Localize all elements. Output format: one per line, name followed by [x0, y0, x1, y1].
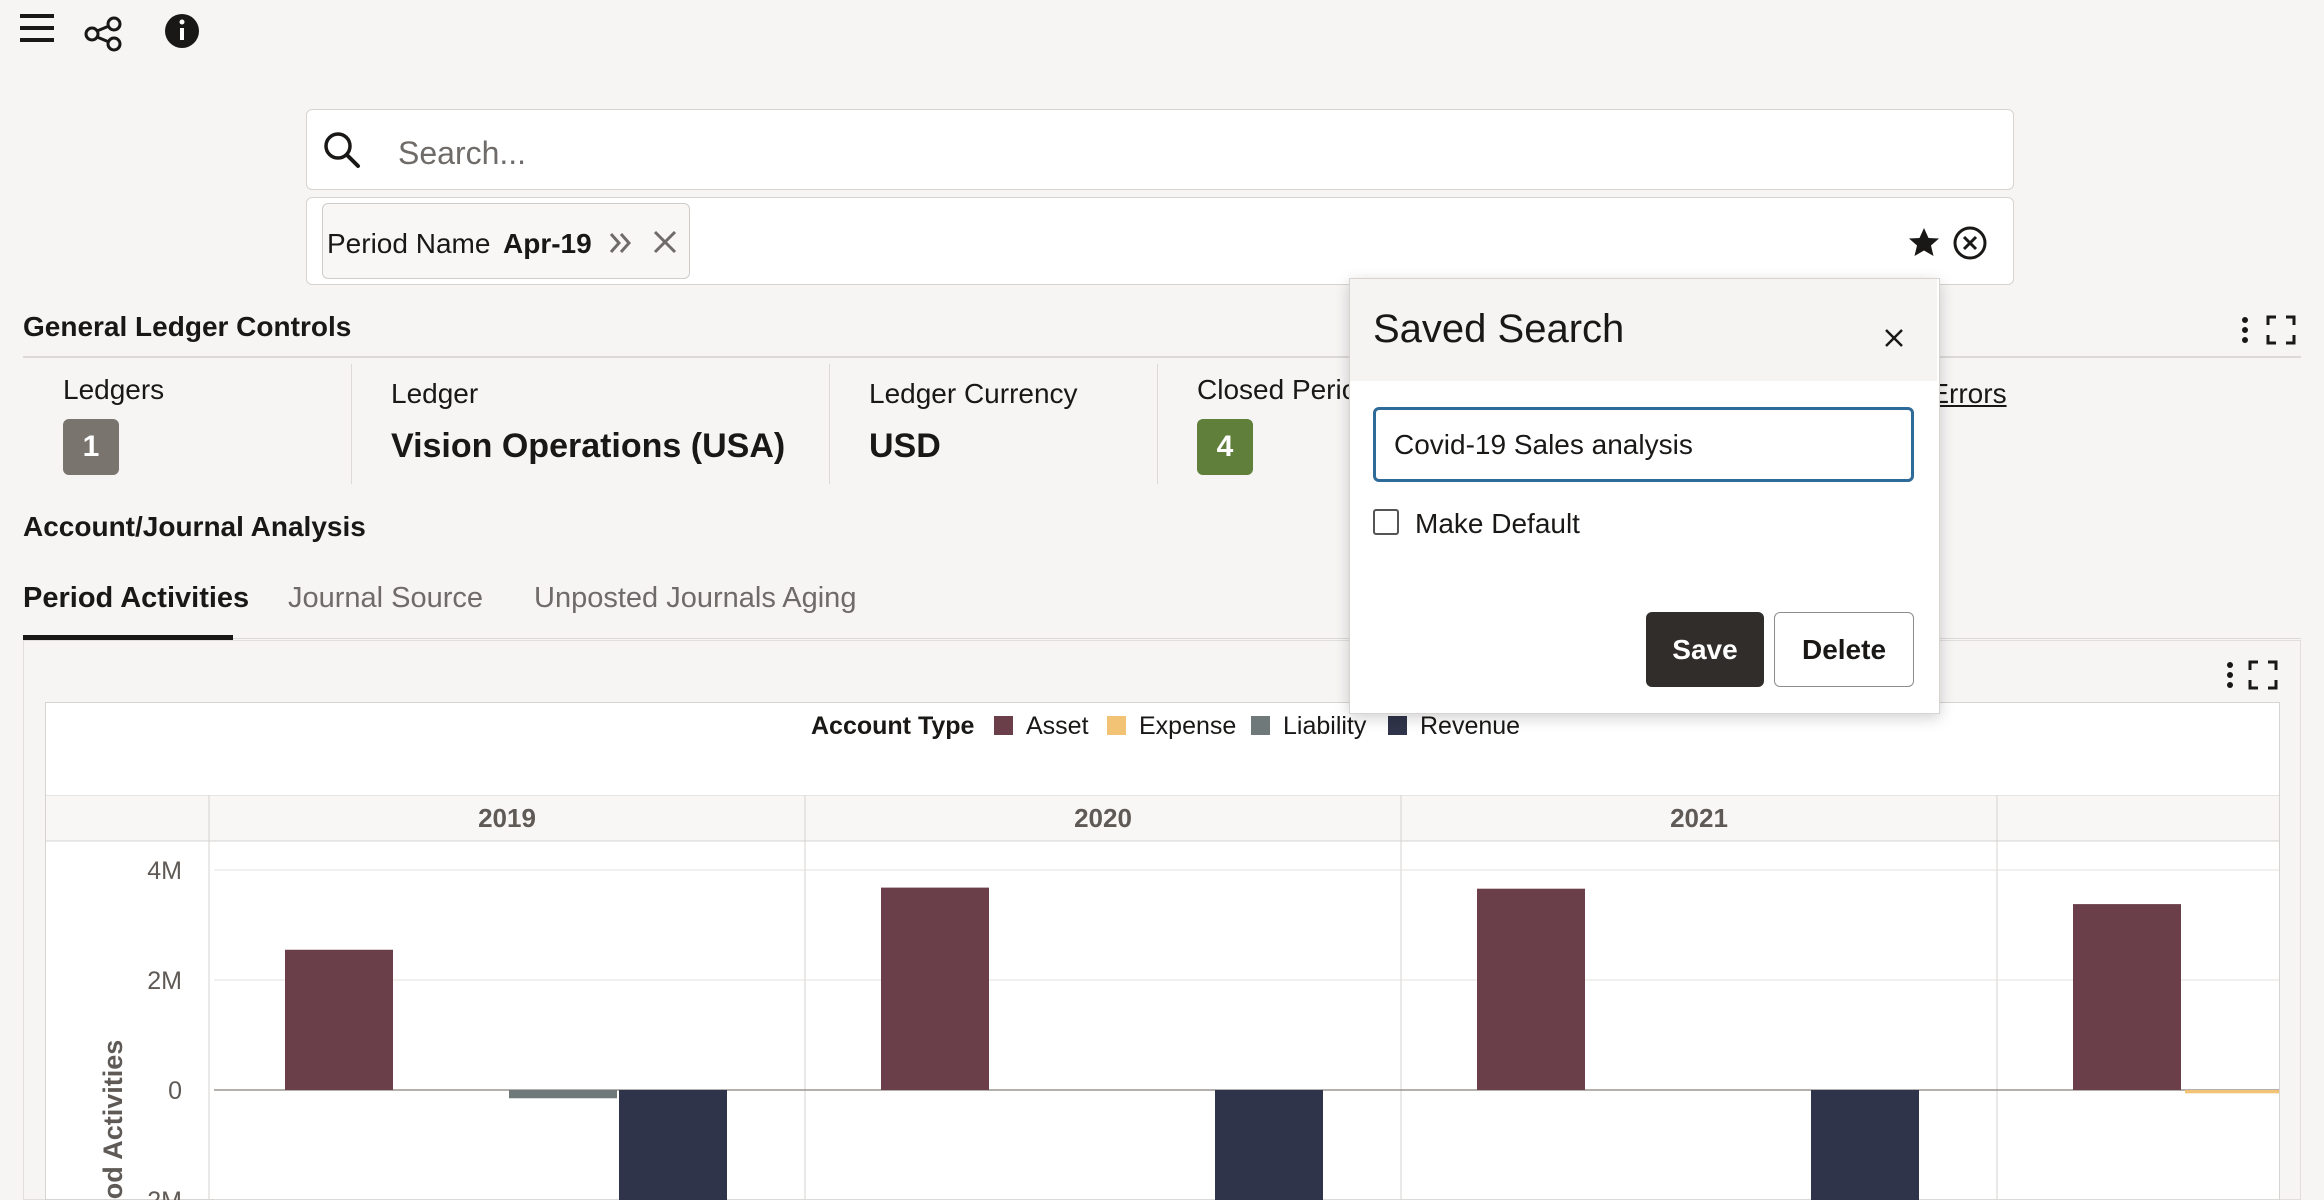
search-input[interactable]: Search...	[398, 135, 526, 172]
bar-asset	[2073, 904, 2181, 1090]
save-button[interactable]: Save	[1646, 612, 1764, 687]
remove-filter-icon[interactable]	[651, 228, 679, 261]
make-default-label: Make Default	[1415, 508, 1580, 539]
search-icon	[322, 130, 362, 175]
legend-label-revenue: Revenue	[1420, 712, 1521, 740]
gl-controls-menu-icon[interactable]	[2237, 314, 2253, 351]
clear-all-icon[interactable]	[1952, 225, 1988, 266]
ledger-label: Ledger	[391, 378, 479, 409]
period-activities-chart: 201920202021204M2M0-2MPeriod Activities	[46, 795, 2279, 1200]
hamburger-menu-icon[interactable]	[16, 4, 60, 57]
filter-chip-value: Apr-19	[503, 228, 592, 259]
year-header-row	[46, 795, 2279, 841]
ledgers-count-badge[interactable]: 1	[63, 419, 119, 475]
y-tick-label: 4M	[147, 857, 182, 885]
y-tick-label: 0	[168, 1077, 182, 1105]
y-tick-label: 2M	[147, 967, 182, 995]
metric-separator	[829, 364, 830, 484]
bar-asset	[1477, 888, 1585, 1090]
close-icon[interactable]	[1883, 327, 1905, 354]
legend-label-asset: Asset	[1026, 712, 1089, 740]
year-label: 2019	[478, 803, 536, 833]
legend-swatch-expense	[1107, 716, 1126, 735]
tab-journal-source[interactable]: Journal Source	[288, 582, 483, 615]
star-icon[interactable]	[1907, 226, 1941, 265]
make-default-checkbox[interactable]	[1373, 509, 1399, 535]
legend-swatch-liability	[1251, 716, 1270, 735]
search-bar[interactable]	[306, 109, 2014, 190]
gl-controls-maximize-icon[interactable]	[2266, 315, 2296, 350]
gl-controls-divider	[23, 356, 2301, 358]
metric-separator	[1157, 364, 1158, 484]
y-axis-title: Period Activities	[98, 1040, 128, 1200]
closed-periods-badge[interactable]: 4	[1197, 419, 1253, 475]
bar-revenue	[1811, 1090, 1919, 1200]
legend-label-liability: Liability	[1283, 712, 1367, 740]
chart-menu-icon[interactable]	[2222, 659, 2238, 696]
metric-separator	[351, 364, 352, 484]
closed-periods-label: Closed Perio	[1197, 374, 1358, 405]
saved-search-name-input[interactable]	[1373, 407, 1914, 482]
gl-controls-title: General Ledger Controls	[23, 311, 352, 342]
bar-asset	[285, 949, 393, 1090]
saved-search-title: Saved Search	[1373, 307, 1625, 351]
y-tick-label: -2M	[139, 1187, 182, 1200]
tab-unposted-journals-aging[interactable]: Unposted Journals Aging	[534, 582, 856, 615]
legend-title: Account Type	[811, 712, 975, 740]
bar-revenue	[1215, 1090, 1323, 1200]
ledger-value: Vision Operations (USA)	[391, 427, 786, 465]
bar-revenue	[619, 1090, 727, 1200]
chart-maximize-icon[interactable]	[2248, 660, 2278, 695]
legend-swatch-asset	[994, 716, 1013, 735]
analysis-title: Account/Journal Analysis	[23, 511, 366, 542]
bar-asset	[881, 887, 989, 1090]
bar-liability	[509, 1090, 617, 1099]
filter-chip-label: Period Name	[327, 228, 491, 259]
year-label: 2020	[1074, 803, 1132, 833]
ledger-currency-label: Ledger Currency	[869, 378, 1078, 409]
tab-period-activities[interactable]: Period Activities	[23, 582, 249, 615]
year-label: 2021	[1670, 803, 1728, 833]
ledger-currency-value: USD	[869, 427, 941, 465]
tabs-divider	[23, 638, 2301, 639]
info-icon[interactable]	[162, 4, 202, 65]
chevron-double-right-icon[interactable]	[606, 228, 636, 263]
bar-expense	[2185, 1090, 2279, 1094]
delete-button[interactable]: Delete	[1774, 612, 1914, 687]
legend-label-expense: Expense	[1139, 712, 1237, 740]
legend-swatch-revenue	[1388, 716, 1407, 735]
share-icon[interactable]	[84, 4, 124, 65]
ledgers-label: Ledgers	[63, 374, 165, 405]
